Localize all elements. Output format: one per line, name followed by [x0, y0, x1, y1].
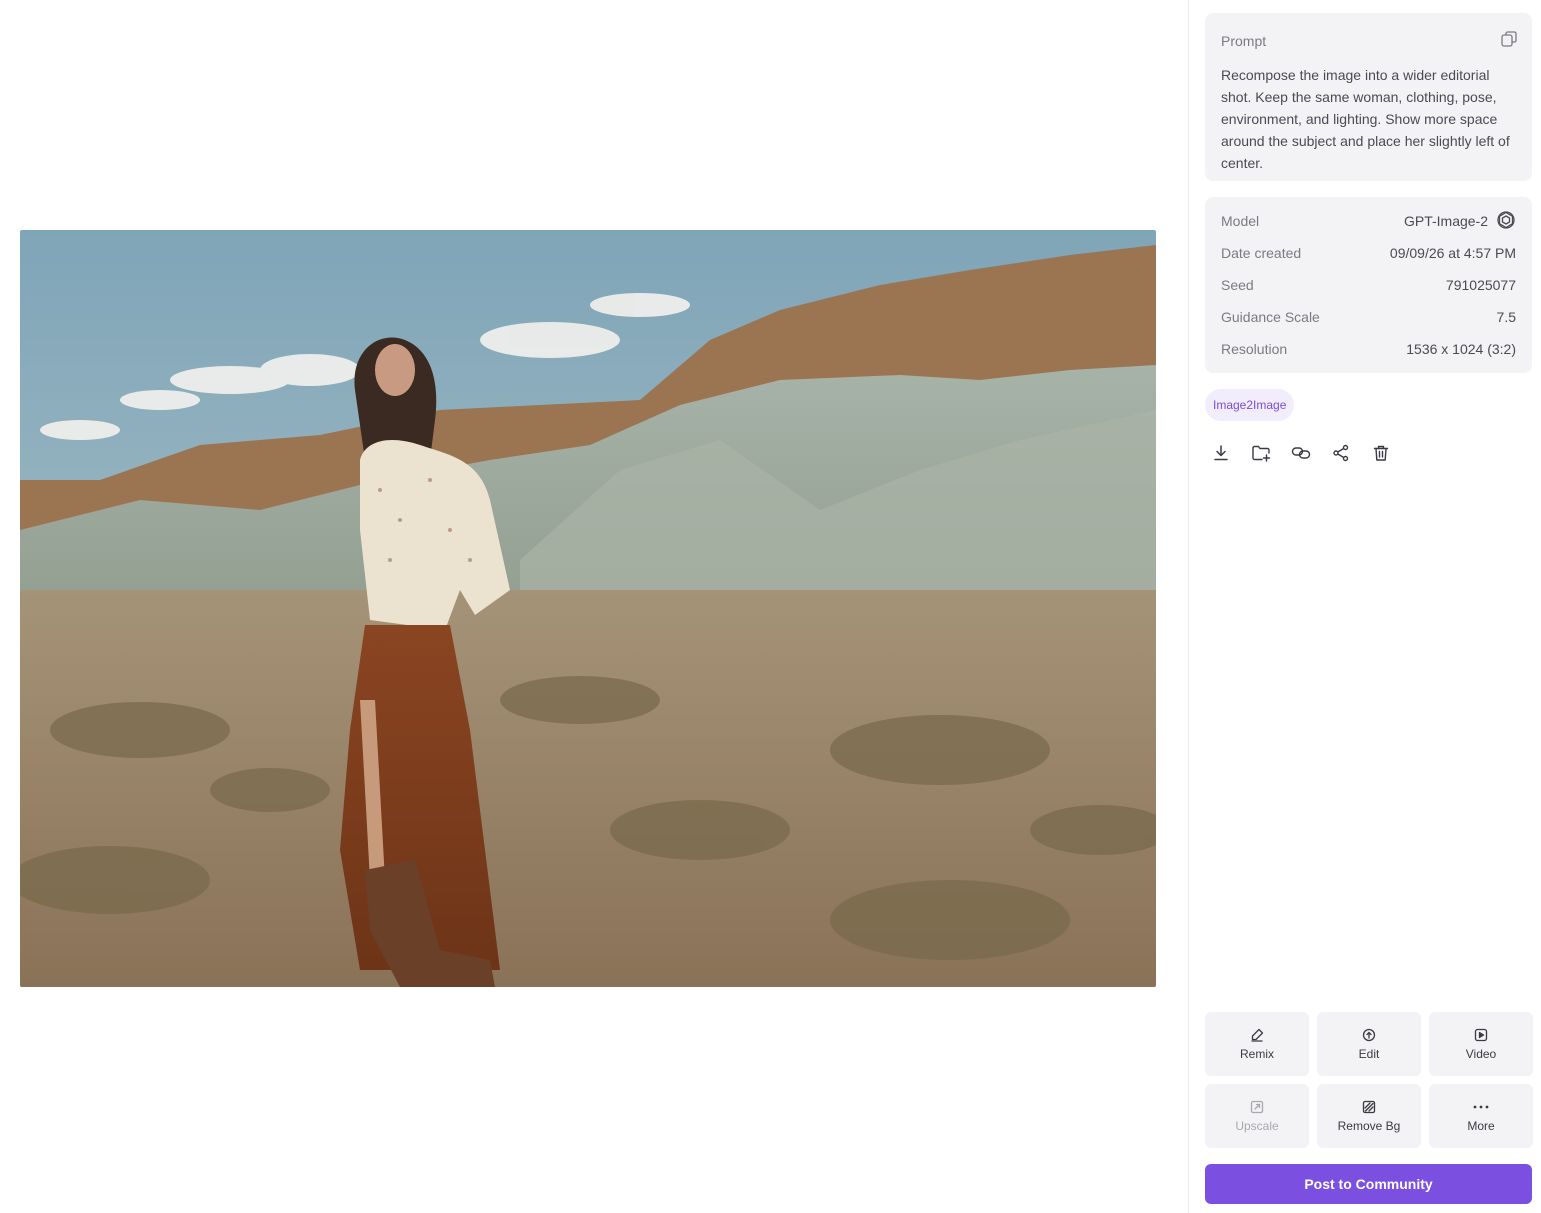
trash-icon[interactable] [1369, 441, 1393, 465]
upscale-button[interactable]: Upscale [1205, 1084, 1309, 1148]
download-icon[interactable] [1209, 441, 1233, 465]
generated-image-art [20, 230, 1156, 987]
prompt-label: Prompt [1221, 33, 1267, 49]
more-label: More [1467, 1119, 1495, 1133]
tools-grid: Remix Edit Video Upscale Remove Bg More [1205, 1012, 1533, 1148]
edit-label: Edit [1358, 1047, 1380, 1061]
more-icon [1473, 1099, 1489, 1115]
details-panel: Prompt Recompose the image into a wider … [1188, 0, 1541, 1213]
prompt-text: Recompose the image into a wider editori… [1221, 67, 1510, 171]
remix-button[interactable]: Remix [1205, 1012, 1309, 1076]
video-icon [1473, 1027, 1489, 1043]
openai-logo-icon [1496, 210, 1516, 233]
edit-button[interactable]: Edit [1317, 1012, 1421, 1076]
share-icon[interactable] [1329, 441, 1353, 465]
seed-value: 791025077 [1445, 277, 1516, 293]
brush-icon [1249, 1027, 1265, 1043]
guidance-value: 7.5 [1496, 309, 1516, 325]
meta-row-date: Date created 09/09/26 at 4:57 PM [1221, 237, 1516, 269]
meta-row-resolution: Resolution 1536 x 1024 (3:2) [1221, 333, 1516, 365]
meta-row-guidance: Guidance Scale 7.5 [1221, 301, 1516, 333]
metadata-card: Model GPT-Image-2 Date created 09/09/26 … [1205, 197, 1532, 373]
remove-bg-button[interactable]: Remove Bg [1317, 1084, 1421, 1148]
resolution-value: 1536 x 1024 (3:2) [1406, 341, 1516, 357]
post-to-community-button[interactable]: Post to Community [1205, 1164, 1532, 1204]
date-value: 09/09/26 at 4:57 PM [1389, 245, 1516, 261]
seed-label: Seed [1221, 277, 1254, 293]
remix-label: Remix [1239, 1047, 1274, 1061]
mode-tag: Image2Image [1205, 389, 1295, 421]
model-value: GPT-Image-2 [1403, 213, 1488, 229]
remove-bg-label: Remove Bg [1337, 1119, 1401, 1133]
link-icon[interactable] [1289, 441, 1313, 465]
add-to-folder-icon[interactable] [1249, 441, 1273, 465]
resolution-label: Resolution [1221, 341, 1288, 357]
date-label: Date created [1221, 245, 1302, 261]
video-button[interactable]: Video [1429, 1012, 1533, 1076]
remove-bg-icon [1361, 1099, 1377, 1115]
upscale-label: Upscale [1235, 1119, 1279, 1133]
model-label: Model [1221, 213, 1260, 229]
more-button[interactable]: More [1429, 1084, 1533, 1148]
meta-row-seed: Seed 791025077 [1221, 269, 1516, 301]
generated-image[interactable] [20, 230, 1156, 987]
image-canvas [0, 0, 1188, 1213]
guidance-label: Guidance Scale [1221, 309, 1320, 325]
upscale-icon [1249, 1099, 1265, 1115]
video-label: Video [1465, 1047, 1497, 1061]
meta-row-model: Model GPT-Image-2 [1221, 205, 1516, 237]
copy-icon[interactable] [1498, 28, 1520, 50]
prompt-card: Prompt Recompose the image into a wider … [1205, 13, 1532, 181]
edit-icon [1361, 1027, 1377, 1043]
action-bar [1209, 441, 1393, 465]
